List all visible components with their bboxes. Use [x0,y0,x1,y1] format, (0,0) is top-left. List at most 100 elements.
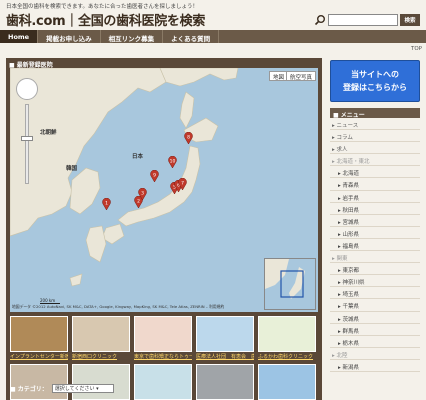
sidebar-item[interactable]: ▸ 新潟県 [330,360,420,372]
clinic-map[interactable]: 地図 航空写真 北朝鮮 韓国 日本 1 2 3 5 6 7 8 9 10 200 km 地図デー… [10,68,318,312]
cta-line-1: 当サイトへの [351,70,399,79]
clinic-photo[interactable] [258,316,316,352]
clinic-thumbnail[interactable]: 高野歯科医院 [258,364,316,400]
clinic-caption[interactable]: 東京で歯科矯正ならトゥーシングデンタル [134,353,192,363]
sidebar-item[interactable]: ▸ 千葉県 [330,299,420,312]
satellite-type-button[interactable]: 航空写真 [285,71,316,81]
sidebar-item-label: 関東 [336,256,348,263]
map-pin-label: 7 [181,180,184,186]
menu-header: ■ メニュー [330,108,420,119]
sidebar-item-label: 千葉県 [342,304,360,311]
category-label: ■ カテゴリ： [10,384,48,393]
sidebar-item[interactable]: ▸ 茨城県 [330,312,420,324]
sidebar-item-label: 北陸 [336,352,348,359]
map-pin-label: 9 [153,172,156,178]
sidebar-item[interactable]: ▸ 東京都 [330,263,420,276]
map-pin-icon[interactable]: 10 [168,156,177,168]
clinic-photo[interactable] [72,364,130,400]
site-tagline: 日本全国の歯科を検索できます。あなたに合った歯医者さんを探しましょう！ [6,4,198,10]
sidebar-item[interactable]: ▸ 福島県 [330,239,420,252]
sidebar-item[interactable]: ▸ 栃木県 [330,336,420,348]
clinic-thumbnail[interactable]: 江波歯科医院 [196,364,254,400]
search-input[interactable] [328,14,398,26]
clinic-photo[interactable] [134,364,192,400]
clinic-caption[interactable]: 新宿西口クリニック [72,353,130,363]
sidebar-item-label: 東京都 [342,268,360,275]
clinic-caption[interactable]: ふるかわ歯科クリニック [258,353,316,363]
map-pin-icon[interactable]: 1 [102,198,111,210]
clinic-caption[interactable]: インプラントセンター新宿 [10,353,68,363]
sidebar-item[interactable]: ▸ 北海道・東北 [330,154,420,167]
sidebar-item-label: 青森県 [342,183,360,190]
map-zoom-slider[interactable] [25,104,29,184]
map-pin-icon[interactable]: 8 [184,132,193,144]
search-button[interactable]: 検索 [400,14,420,26]
clinic-caption[interactable]: 医療法人社団 有恵会 歯科マリアクリニック [196,353,254,363]
bullet-icon: ■ [10,386,18,393]
map-pin-label: 3 [141,190,144,196]
map-attribution[interactable]: 地図データ ©2012 AutoNavi, SK M&C, DATA+, Goo… [12,304,224,310]
sidebar-item-label: 新潟県 [342,364,360,371]
sidebar-item[interactable]: ▸ 山形県 [330,227,420,239]
category-select-value: 選択してください [54,386,95,392]
site-logo[interactable]: 歯科.com｜全国の歯科医院を検索 [6,10,205,29]
sidebar-item[interactable]: ▸ 関東 [330,251,420,264]
nav-faq[interactable]: よくある質問 [163,30,220,43]
sidebar-item-label: 岩手県 [342,195,360,202]
sidebar-item[interactable]: ▸ 北陸 [330,348,420,360]
map-pan-control[interactable] [16,78,38,100]
nav-home[interactable]: Home [0,30,39,43]
sidebar-item-label: ニュース [336,123,359,129]
clinic-thumbnail[interactable]: ピゼットスクエア歯科 [134,364,192,400]
sidebar-item[interactable]: ▸ 宮城県 [330,215,420,227]
map-pin-icon[interactable]: 3 [138,188,147,200]
nav-link-exchange[interactable]: 相互リンク募集 [101,30,164,43]
search-icon [314,15,325,26]
sidebar-item-label: 北海道・東北 [336,159,370,166]
clinic-photo[interactable] [10,316,68,352]
sidebar-item-label: 北海道 [342,171,360,178]
category-label-text: カテゴリ： [17,386,48,393]
sidebar-item-label: 宮城県 [342,219,360,226]
map-zoom-handle[interactable] [21,136,33,141]
sidebar-item[interactable]: ▸ ニュース [330,118,420,131]
sidebar-item-label: 栃木県 [342,340,360,347]
sidebar-item[interactable]: ▸ 北海道 [330,166,420,179]
sidebar-item[interactable]: ▸ 秋田県 [330,203,420,215]
clinic-thumbnail[interactable]: 医療法人社団 有恵会 歯科マリアクリニック [196,316,254,363]
category-select[interactable]: 選択してください ▾ [51,384,114,393]
menu-list: ▸ ニュース ▸ コラム ▸ 求人 ▸ 北海道・東北 ▸ 北海道 ▸ 青森県 ▸ 岩手県 ▸ … [330,118,420,372]
map-pin-icon[interactable]: 7 [178,178,187,190]
clinic-thumbnail[interactable]: 徳永歯科クリニック [10,364,68,400]
clinic-photo[interactable] [196,364,254,400]
sidebar-item[interactable]: ▸ 岩手県 [330,191,420,203]
clinic-thumbnail[interactable]: インプラントセンター新宿 [10,316,68,363]
sidebar-item[interactable]: ▸ 埼玉県 [330,287,420,300]
sidebar-item[interactable]: ▸ 求人 [330,142,420,155]
sidebar-item-label: 茨城県 [342,316,360,323]
sidebar-item[interactable]: ▸ 群馬県 [330,324,420,336]
clinic-photo[interactable] [134,316,192,352]
map-pin-icon[interactable]: 9 [150,170,159,182]
clinic-photo[interactable] [196,316,254,352]
sidebar-item-label: 求人 [336,147,348,154]
main-nav: Home 掲載お申し込み 相互リンク募集 よくある質問 [0,30,426,43]
clinic-thumbnail[interactable]: 新宿西口クリニック [72,316,130,363]
sidebar-item-label: 山形県 [342,231,360,238]
nav-apply[interactable]: 掲載お申し込み [38,30,101,43]
clinic-photo[interactable] [10,364,68,400]
clinic-thumbnail[interactable]: 東京で歯科矯正ならトゥーシングデンタル [134,316,192,363]
map-overview[interactable] [264,258,316,310]
register-cta-button[interactable]: 当サイトへの 登録はこちらから [330,60,420,102]
clinic-thumbnail[interactable]: 長野歯科医院 [72,364,130,400]
map-pin-label: 10 [170,158,176,164]
sidebar-item[interactable]: ▸ 青森県 [330,178,420,191]
sidebar-item[interactable]: ▸ コラム [330,130,420,143]
clinic-photo[interactable] [72,316,130,352]
sidebar-item[interactable]: ▸ 神奈川県 [330,275,420,288]
clinic-photo[interactable] [258,364,316,400]
clinic-thumbnail[interactable]: ふるかわ歯科クリニック [258,316,316,363]
menu-icon: ■ [333,112,339,119]
top-link[interactable]: TOP [411,46,422,52]
sidebar-item-label: 群馬県 [342,328,360,335]
